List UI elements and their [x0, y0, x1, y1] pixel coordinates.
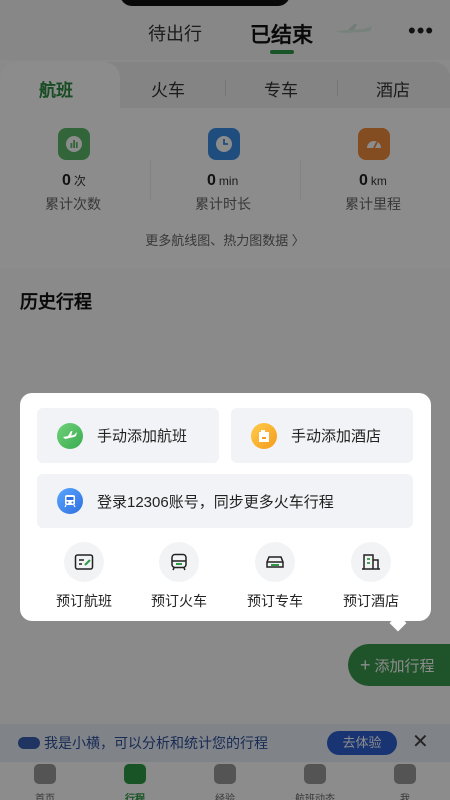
- train-icon: [159, 542, 199, 582]
- book-car-button[interactable]: 预订专车: [235, 542, 315, 611]
- add-flight-manually-button[interactable]: 手动添加航班: [37, 408, 219, 463]
- book-train-button[interactable]: 预订火车: [139, 542, 219, 611]
- flight-ticket-icon: [64, 542, 104, 582]
- plane-icon: [57, 422, 83, 449]
- hotel-icon: [251, 422, 277, 449]
- train-icon: [57, 488, 83, 514]
- car-icon: [255, 542, 295, 582]
- book-hotel-button[interactable]: 预订酒店: [331, 542, 411, 611]
- hotel-icon: [351, 542, 391, 582]
- book-flight-button[interactable]: 预订航班: [44, 542, 124, 611]
- login-12306-button[interactable]: 登录12306账号，同步更多火车行程: [37, 474, 413, 528]
- add-hotel-manually-button[interactable]: 手动添加酒店: [231, 408, 413, 463]
